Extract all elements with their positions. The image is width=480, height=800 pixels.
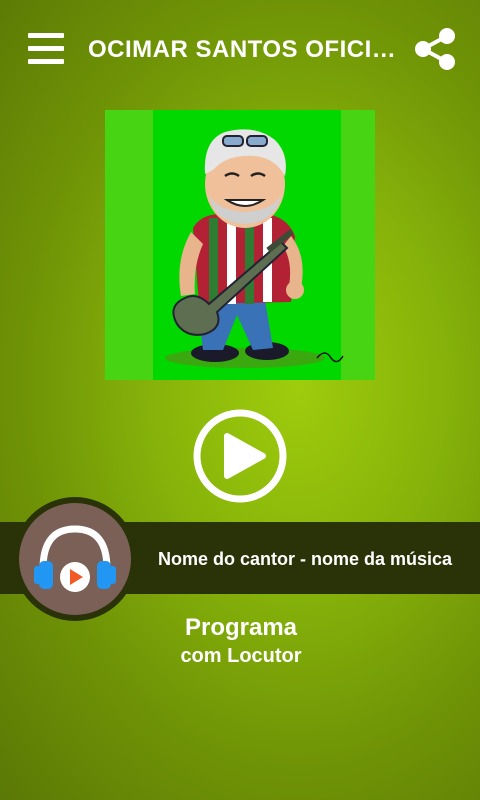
caricature-image <box>105 110 375 380</box>
logo-circle <box>19 503 131 615</box>
program-name: Programa <box>184 614 298 641</box>
menu-line-icon <box>28 46 64 51</box>
share-button[interactable] <box>414 27 456 71</box>
album-cover <box>105 110 375 380</box>
play-button[interactable] <box>193 409 287 503</box>
menu-line-icon <box>28 33 64 38</box>
now-playing-text: Nome do cantor - nome da música <box>158 549 453 569</box>
top-bar: OCIMAR SANTOS OFICIAL <box>0 0 480 100</box>
menu-line-icon <box>28 59 64 64</box>
app-title: OCIMAR SANTOS OFICIAL <box>88 36 400 63</box>
program-host: com Locutor <box>180 645 302 667</box>
play-icon <box>193 409 287 503</box>
share-icon <box>415 28 455 70</box>
menu-button[interactable] <box>28 33 64 65</box>
program-info: Programa com Locutor <box>141 614 341 668</box>
headphones-play-icon <box>34 525 116 592</box>
radio-logo <box>13 497 137 621</box>
